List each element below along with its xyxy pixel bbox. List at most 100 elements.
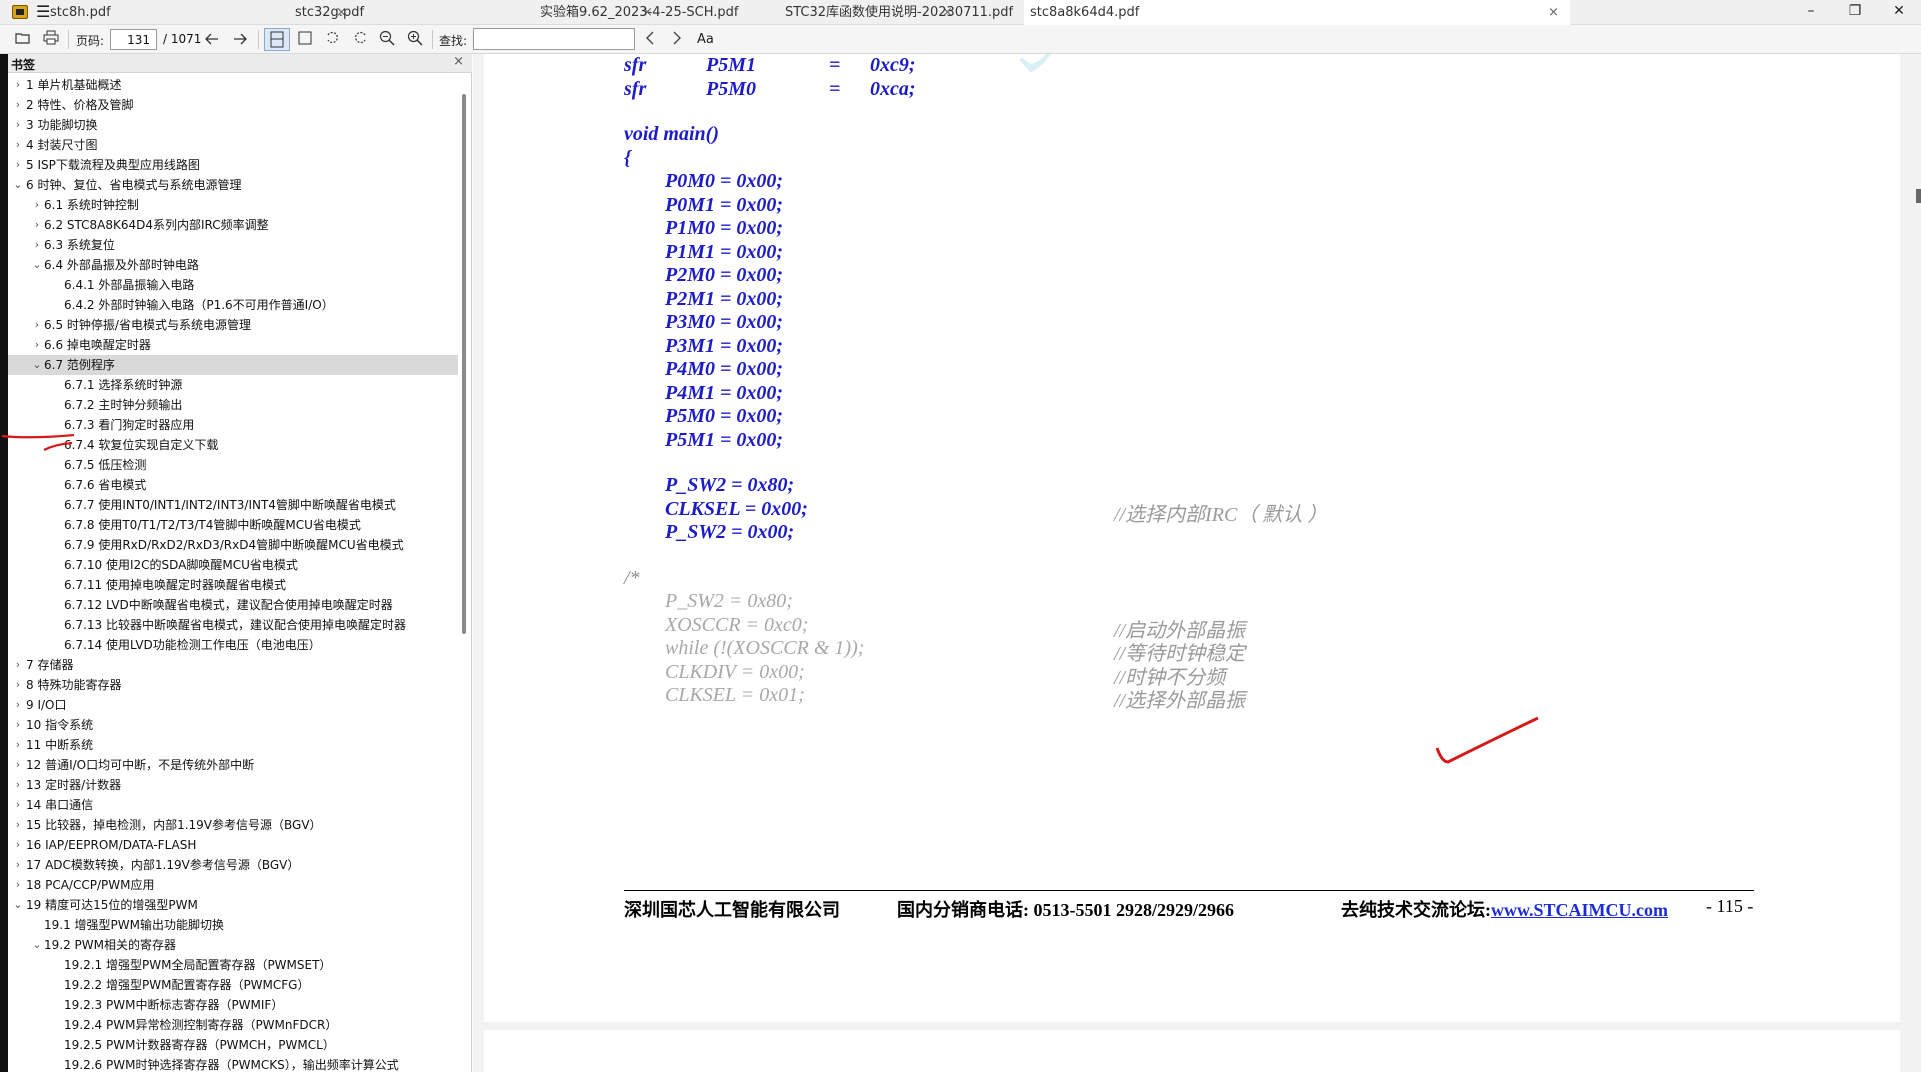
restore-button[interactable]: ❐ (1833, 0, 1877, 25)
chevron-right-icon[interactable]: › (31, 195, 43, 215)
bookmark-item[interactable]: › 10 指令系统 (8, 715, 458, 735)
chevron-right-icon[interactable]: › (31, 335, 43, 355)
bookmark-item[interactable]: 6.4.2 外部时钟输入电路（P1.6不可用作普通I/O） (8, 295, 458, 315)
bookmark-item[interactable]: 19.2.6 PWM时钟选择寄存器（PWMCKS），输出频率计算公式 (8, 1055, 458, 1072)
chevron-right-icon[interactable]: › (12, 875, 24, 895)
bookmark-item[interactable]: › 14 串口通信 (8, 795, 458, 815)
fit-page-icon[interactable] (295, 30, 315, 50)
chevron-right-icon[interactable]: › (12, 695, 24, 715)
chevron-right-icon[interactable]: › (12, 115, 24, 135)
bookmark-item[interactable]: › 4 封装尺寸图 (8, 135, 458, 155)
chevron-right-icon[interactable]: › (12, 795, 24, 815)
chevron-right-icon[interactable]: › (31, 235, 43, 255)
bookmark-item[interactable]: › 13 定时器/计数器 (8, 775, 458, 795)
bookmark-item[interactable]: › 3 功能脚切换 (8, 115, 458, 135)
chevron-right-icon[interactable]: › (12, 135, 24, 155)
bookmark-item[interactable]: › 6.5 时钟停振/省电模式与系统电源管理 (8, 315, 458, 335)
chevron-down-icon[interactable]: ⌄ (31, 255, 43, 275)
bookmark-item[interactable]: 19.2.1 增强型PWM全局配置寄存器（PWMSET） (8, 955, 458, 975)
bookmark-item[interactable]: › 9 I/O口 (8, 695, 458, 715)
tab-close-icon[interactable]: × (1548, 0, 1559, 25)
print-icon[interactable] (41, 30, 61, 50)
chevron-right-icon[interactable]: › (12, 815, 24, 835)
bookmark-item[interactable]: 6.7.13 比较器中断唤醒省电模式，建议配合使用掉电唤醒定时器 (8, 615, 458, 635)
chevron-right-icon[interactable]: › (31, 315, 43, 335)
bookmark-item[interactable]: 6.7.1 选择系统时钟源 (8, 375, 458, 395)
tab-4[interactable]: STC32库函数使用说明-20230711.pdf× (779, 0, 1263, 25)
bookmark-item[interactable]: 6.7.2 主时钟分频输出 (8, 395, 458, 415)
chevron-down-icon[interactable]: ⌄ (12, 175, 24, 195)
bookmark-item[interactable]: › 2 特性、价格及管脚 (8, 95, 458, 115)
next-page-icon[interactable] (230, 30, 250, 50)
bookmark-item[interactable]: 19.2.5 PWM计数器寄存器（PWMCH，PWMCL） (8, 1035, 458, 1055)
bookmark-item[interactable]: › 6.3 系统复位 (8, 235, 458, 255)
bookmark-item[interactable]: › 15 比较器，掉电检测，内部1.19V参考信号源（BGV） (8, 815, 458, 835)
footer-forum-link[interactable]: www.STCAIMCU.com (1491, 900, 1668, 920)
bookmark-item[interactable]: 6.7.11 使用掉电唤醒定时器唤醒省电模式 (8, 575, 458, 595)
bookmark-item[interactable]: › 17 ADC模数转换，内部1.19V参考信号源（BGV） (8, 855, 458, 875)
bookmark-item[interactable]: 6.7.6 省电模式 (8, 475, 458, 495)
document-view[interactable]: STC sfr P5M1 = 0xc9; sfr P5M0 = 0xca; void main(… (473, 54, 1921, 1072)
bookmark-item[interactable]: › 16 IAP/EEPROM/DATA-FLASH (8, 835, 458, 855)
bookmark-item[interactable]: ⌄ 6.7 范例程序 (8, 355, 458, 375)
bookmark-item[interactable]: 6.7.9 使用RxD/RxD2/RxD3/RxD4管脚中断唤醒MCU省电模式 (8, 535, 458, 555)
bookmark-item[interactable]: 19.2.4 PWM异常检测控制寄存器（PWMnFDCR） (8, 1015, 458, 1035)
find-prev-icon[interactable] (640, 30, 660, 50)
chevron-right-icon[interactable]: › (12, 655, 24, 675)
minimize-button[interactable]: – (1789, 0, 1833, 25)
zoom-in-icon[interactable] (405, 30, 425, 50)
chevron-right-icon[interactable]: › (12, 755, 24, 775)
bookmark-item[interactable]: › 5 ISP下载流程及典型应用线路图 (8, 155, 458, 175)
document-scrollbar-thumb[interactable] (1916, 189, 1921, 203)
chevron-right-icon[interactable]: › (12, 715, 24, 735)
bookmark-item[interactable]: 19.2.3 PWM中断标志寄存器（PWMIF） (8, 995, 458, 1015)
bookmarks-scrollbar[interactable] (462, 94, 466, 634)
bookmark-item[interactable]: › 7 存储器 (8, 655, 458, 675)
chevron-right-icon[interactable]: › (12, 835, 24, 855)
bookmark-item[interactable]: › 1 单片机基础概述 (8, 75, 458, 95)
tab-2[interactable]: stc32g.pdf × (289, 0, 653, 25)
close-window-button[interactable]: ✕ (1877, 0, 1921, 25)
bookmark-item[interactable]: › 8 特殊功能寄存器 (8, 675, 458, 695)
zoom-out-icon[interactable] (377, 30, 397, 50)
find-next-icon[interactable] (667, 30, 687, 50)
open-icon[interactable] (13, 30, 33, 50)
bookmark-item[interactable]: 19.1 增强型PWM输出功能脚切换 (8, 915, 458, 935)
bookmark-item[interactable]: ⌄ 19 精度可达15位的增强型PWM (8, 895, 458, 915)
bookmark-item[interactable]: 6.4.1 外部晶振输入电路 (8, 275, 458, 295)
chevron-down-icon[interactable]: ⌄ (31, 935, 43, 955)
tab-3[interactable]: 实验箱9.62_2023-4-25-SCH.pdf × (534, 0, 953, 25)
chevron-right-icon[interactable]: › (12, 75, 24, 95)
chevron-right-icon[interactable]: › (31, 215, 43, 235)
bookmark-item[interactable]: 6.7.7 使用INT0/INT1/INT2/INT3/INT4管脚中断唤醒省电… (8, 495, 458, 515)
bookmark-item[interactable]: 19.2.2 增强型PWM配置寄存器（PWMCFG） (8, 975, 458, 995)
bookmark-item[interactable]: ⌄ 6.4 外部晶振及外部时钟电路 (8, 255, 458, 275)
bookmark-item[interactable]: 6.7.3 看门狗定时器应用 (8, 415, 458, 435)
prev-page-icon[interactable] (202, 30, 222, 50)
bookmark-item[interactable]: 6.7.10 使用I2C的SDA脚唤醒MCU省电模式 (8, 555, 458, 575)
tab-1[interactable]: stc8h.pdf × (44, 0, 347, 25)
chevron-right-icon[interactable]: › (12, 675, 24, 695)
bookmark-item[interactable]: ⌄ 6 时钟、复位、省电模式与系统电源管理 (8, 175, 458, 195)
search-input[interactable] (473, 28, 635, 50)
chevron-right-icon[interactable]: › (12, 95, 24, 115)
bookmark-item[interactable]: › 6.1 系统时钟控制 (8, 195, 458, 215)
bookmark-item[interactable]: 6.7.14 使用LVD功能检测工作电压（电池电压） (8, 635, 458, 655)
bookmark-item[interactable]: 6.7.8 使用T0/T1/T2/T3/T4管脚中断唤醒MCU省电模式 (8, 515, 458, 535)
rotate-left-icon[interactable] (322, 30, 342, 50)
bookmark-item[interactable]: › 6.6 掉电唤醒定时器 (8, 335, 458, 355)
bookmark-item[interactable]: › 12 普通I/O口均可中断，不是传统外部中断 (8, 755, 458, 775)
bookmark-item[interactable]: ⌄ 19.2 PWM相关的寄存器 (8, 935, 458, 955)
chevron-right-icon[interactable]: › (12, 855, 24, 875)
single-page-layout-toggle[interactable] (264, 28, 290, 51)
chevron-right-icon[interactable]: › (12, 735, 24, 755)
page-number-input[interactable] (110, 29, 157, 50)
chevron-right-icon[interactable]: › (12, 775, 24, 795)
chevron-right-icon[interactable]: › (12, 155, 24, 175)
bookmark-item[interactable]: 6.7.12 LVD中断唤醒省电模式，建议配合使用掉电唤醒定时器 (8, 595, 458, 615)
bookmark-item[interactable]: › 18 PCA/CCP/PWM应用 (8, 875, 458, 895)
bookmark-item[interactable]: › 6.2 STC8A8K64D4系列内部IRC频率调整 (8, 215, 458, 235)
tab-5[interactable]: stc8a8k64d4.pdf × (1024, 0, 1570, 25)
close-bookmarks-button[interactable]: × (453, 54, 464, 69)
bookmark-item[interactable]: › 11 中断系统 (8, 735, 458, 755)
